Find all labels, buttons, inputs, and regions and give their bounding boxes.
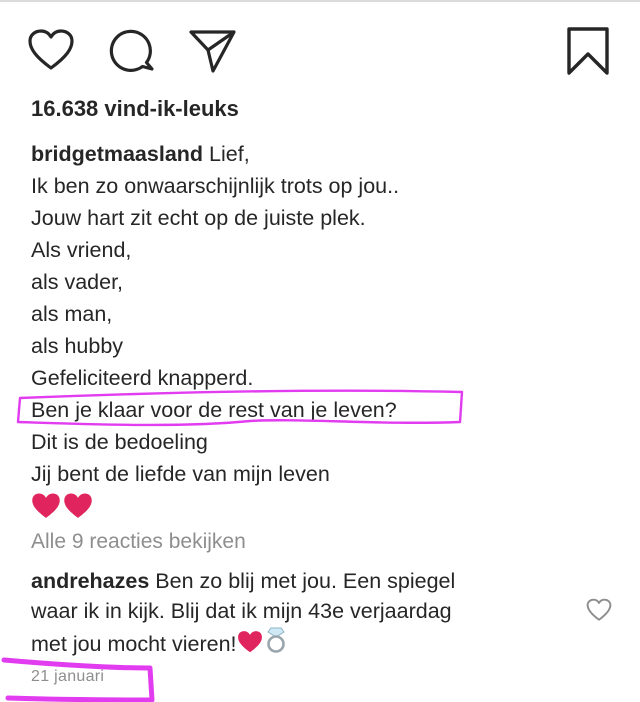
paper-plane-icon: [189, 30, 236, 73]
view-all-comments-link[interactable]: Alle 9 reacties bekijken: [31, 530, 246, 554]
ring-icon: [263, 626, 289, 662]
like-count[interactable]: 16.638 vind-ik-leuks: [31, 96, 239, 122]
caption-line: Als vriend,: [31, 238, 132, 262]
caption-line: als hubby: [31, 334, 124, 358]
caption-line: Jij bent de liefde van mijn leven: [31, 462, 330, 486]
speech-bubble-icon: [109, 29, 154, 72]
comment-line: andrehazes Ben zo blij met jou. Een spie…: [31, 566, 571, 596]
caption-line: Gefeliciteerd knapperd.: [31, 366, 254, 390]
comment: andrehazes Ben zo blij met jou. Een spie…: [31, 566, 571, 662]
caption-emoji-row: [31, 490, 611, 528]
caption-line-highlighted: Ben je klaar voor de rest van je leven?: [31, 398, 397, 422]
comment-button[interactable]: [108, 27, 156, 78]
like-button[interactable]: [27, 28, 75, 77]
post-date: 21 januari: [31, 668, 105, 685]
share-button[interactable]: [188, 28, 238, 79]
comment-line: met jou mocht vieren!: [31, 626, 571, 662]
caption-line: Jouw hart zit echt op de juiste plek.: [31, 206, 366, 230]
red-heart-emoji: [31, 492, 61, 529]
caption-line: als vader,: [31, 270, 124, 294]
comment-text: met jou mocht vieren!: [31, 632, 237, 656]
caption-first-line: bridgetmaasland Lief,: [31, 138, 611, 170]
red-heart-emoji: [63, 492, 93, 529]
bookmark-icon: [567, 27, 609, 75]
caption-line: als man,: [31, 302, 113, 326]
save-button[interactable]: [566, 26, 610, 81]
post-caption: bridgetmaasland Lief, Ik ben zo onwaarsc…: [31, 138, 611, 528]
caption-text: Lief,: [209, 142, 250, 166]
caption-username[interactable]: bridgetmaasland: [31, 142, 203, 166]
comment-like-button[interactable]: [586, 598, 612, 627]
red-heart-emoji: [237, 630, 263, 662]
caption-line: Ik ben zo onwaarschijnlijk trots op jou.…: [31, 174, 400, 198]
comment-text: Ben zo blij met jou. Een spiegel: [155, 569, 456, 593]
comment-username[interactable]: andrehazes: [31, 569, 149, 593]
heart-outline-icon: [586, 598, 612, 621]
heart-outline-icon: [28, 29, 74, 70]
comment-line: waar ik in kijk. Blij dat ik mijn 43e ve…: [31, 599, 452, 623]
post-action-bar: [0, 22, 640, 78]
caption-line: Dit is de bedoeling: [31, 430, 208, 454]
top-divider: [0, 0, 640, 2]
